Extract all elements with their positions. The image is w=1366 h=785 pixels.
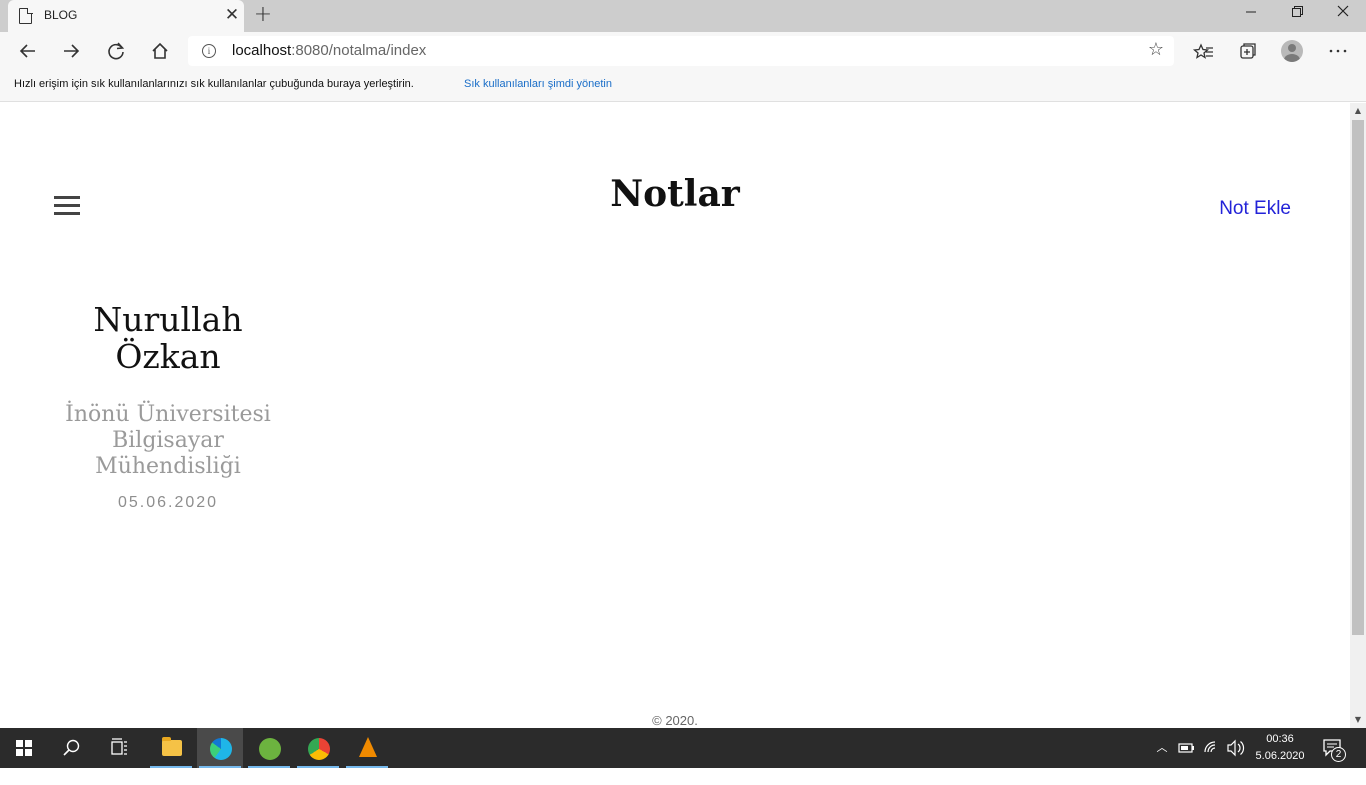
edge-icon [210, 738, 232, 760]
address-toolbar: i localhost:8080/notalma/index ☆ [0, 32, 1366, 70]
vertical-scrollbar[interactable]: ▲ ▼ [1350, 103, 1366, 728]
browser-tab[interactable]: BLOG ✕ [8, 0, 244, 32]
collections-icon [1240, 43, 1256, 59]
close-icon [1337, 5, 1349, 17]
more-button[interactable] [1322, 36, 1354, 66]
taskbar: ︿ 00:36 5.06.2020 2 [0, 728, 1366, 768]
date-text: 05.06.2020 [117, 494, 219, 511]
wifi-icon[interactable] [1201, 728, 1223, 768]
favorites-icon [1192, 43, 1213, 59]
profile-card: Nurullah Özkan İnönü Üniversitesi Bilgis… [54, 301, 282, 512]
scroll-up-arrow-icon[interactable]: ▲ [1350, 103, 1366, 119]
university-text: İnönü Üniversitesi Bilgisayar Mühendisli… [65, 402, 271, 479]
add-note-link[interactable]: Not Ekle [1219, 198, 1291, 220]
notification-badge: 2 [1331, 747, 1346, 762]
scroll-thumb[interactable] [1352, 120, 1364, 635]
url-host: localhost [232, 42, 292, 59]
search-icon [63, 739, 80, 756]
tab-bar: BLOG ✕ + [0, 0, 1366, 32]
volume-icon[interactable] [1225, 728, 1247, 768]
url-path: :8080/notalma/index [291, 42, 427, 59]
minimize-icon [1246, 11, 1256, 13]
profile-icon[interactable] [1281, 40, 1303, 62]
forward-icon [64, 44, 80, 58]
chevron-up-icon[interactable]: ︿ [1152, 728, 1172, 768]
restore-button[interactable] [1274, 0, 1320, 28]
system-clock[interactable]: 00:36 5.06.2020 [1250, 731, 1310, 765]
favorites-prompt: Hızlı erişim için sık kullanılanlarınızı… [14, 78, 414, 90]
page-content: Notlar Not Ekle Nurullah Özkan İnönü Üni… [0, 103, 1350, 728]
back-button[interactable] [13, 36, 43, 66]
page-icon [19, 7, 33, 24]
task-view-button[interactable] [96, 728, 142, 768]
task-view-icon [111, 738, 127, 755]
folder-icon [162, 737, 182, 756]
file-explorer-button[interactable] [148, 728, 194, 768]
vlc-button[interactable] [344, 728, 390, 768]
favorites-button[interactable] [1186, 36, 1218, 66]
search-button[interactable] [48, 728, 94, 768]
minimize-button[interactable] [1228, 0, 1274, 28]
clock-time: 00:36 [1266, 733, 1294, 745]
info-icon[interactable]: i [202, 44, 216, 58]
refresh-icon [108, 42, 125, 60]
home-button[interactable] [145, 36, 175, 66]
spring-leaf-icon [259, 738, 281, 760]
manage-favorites-link[interactable]: Sık kullanılanları şimdi yönetin [464, 78, 612, 90]
home-icon [152, 42, 168, 59]
restore-icon [1292, 6, 1303, 17]
new-tab-button[interactable]: + [250, 2, 276, 28]
url-bar[interactable]: i localhost:8080/notalma/index ☆ [188, 36, 1174, 66]
url-text[interactable]: localhost:8080/notalma/index [232, 42, 426, 59]
chrome-icon [308, 738, 330, 760]
forward-button[interactable] [56, 36, 86, 66]
page-title: Notlar [610, 173, 740, 215]
scroll-down-arrow-icon[interactable]: ▼ [1350, 712, 1366, 728]
footer-copyright: © 2020. [652, 713, 698, 728]
start-button[interactable] [0, 728, 46, 768]
more-icon [1329, 49, 1347, 53]
battery-icon[interactable] [1176, 728, 1196, 768]
edge-button[interactable] [197, 728, 243, 768]
author-name: Nurullah Özkan [93, 300, 243, 376]
collections-button[interactable] [1231, 36, 1263, 66]
windows-icon [16, 740, 32, 756]
star-icon[interactable]: ☆ [1148, 39, 1164, 60]
clock-date: 5.06.2020 [1255, 750, 1305, 762]
favorites-bar: Hızlı erişim için sık kullanılanlarınızı… [0, 70, 1366, 102]
refresh-button[interactable] [101, 36, 131, 66]
tab-title: BLOG [44, 8, 78, 22]
close-window-button[interactable] [1320, 0, 1366, 28]
back-icon [19, 44, 35, 58]
spring-tool-suite-button[interactable] [246, 728, 292, 768]
chrome-button[interactable] [295, 728, 341, 768]
tab-close-button[interactable]: ✕ [222, 5, 242, 25]
vlc-cone-icon [359, 737, 377, 757]
